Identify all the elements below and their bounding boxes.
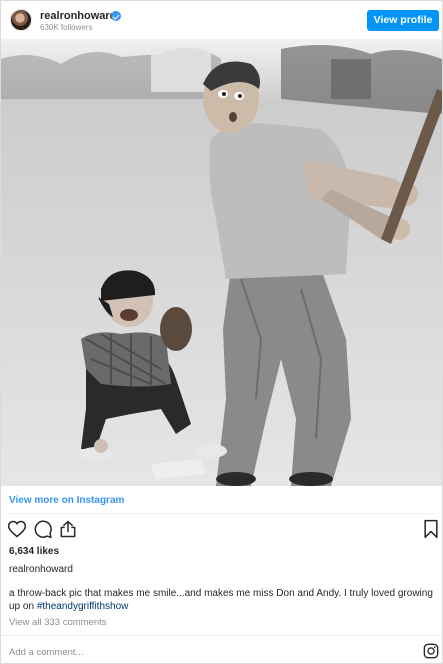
instagram-icon[interactable] — [423, 643, 439, 659]
comment-icon[interactable] — [33, 519, 53, 539]
add-comment-input[interactable]: Add a comment... — [9, 647, 83, 658]
post-image[interactable] — [1, 39, 442, 486]
avatar[interactable] — [10, 9, 32, 31]
verified-badge-icon — [111, 11, 121, 21]
heart-icon[interactable] — [7, 519, 27, 539]
post-image-graphic — [1, 39, 442, 486]
post-header: realronhoward 630K followers View profil… — [1, 1, 442, 39]
share-icon[interactable] — [58, 519, 78, 539]
hashtag-link[interactable]: #theandygriffithshow — [37, 601, 129, 612]
divider — [1, 635, 442, 636]
like-count[interactable]: 6,634 likes — [9, 546, 59, 557]
view-more-on-instagram-link[interactable]: View more on Instagram — [9, 495, 124, 506]
divider — [9, 513, 435, 514]
view-profile-button[interactable]: View profile — [367, 10, 439, 31]
post-caption: a throw-back pic that makes me smile...a… — [9, 587, 437, 613]
follower-count: 630K followers — [40, 23, 93, 32]
instagram-embed: realronhoward 630K followers View profil… — [0, 0, 443, 664]
username[interactable]: realronhoward — [40, 10, 116, 22]
post-author[interactable]: realronhoward — [9, 564, 73, 575]
view-all-comments-link[interactable]: View all 333 comments — [9, 617, 107, 628]
bookmark-icon[interactable] — [423, 519, 439, 539]
